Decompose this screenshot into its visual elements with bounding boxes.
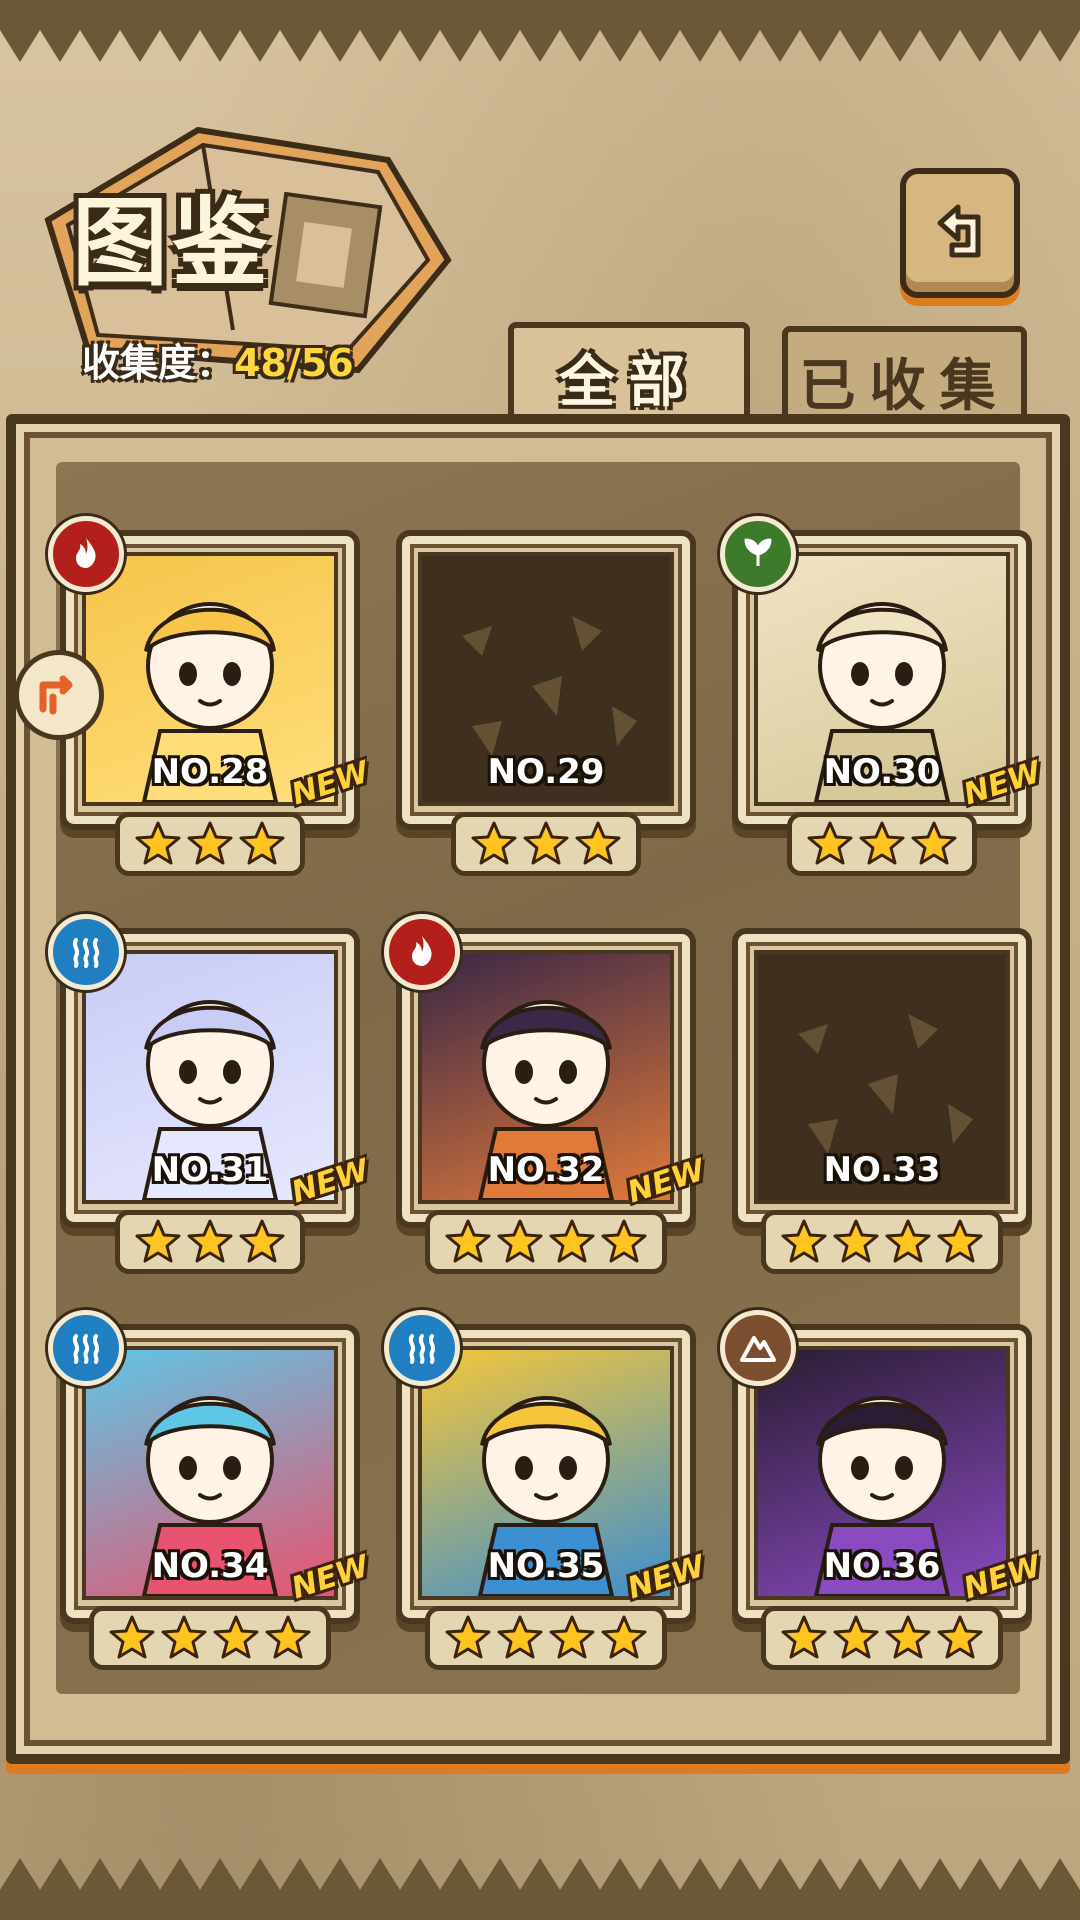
- monster-card[interactable]: NO.32 NEW: [384, 914, 709, 1274]
- star-icon: [109, 1615, 155, 1659]
- collection-value: 48/56: [234, 341, 354, 385]
- star-rating: [761, 1606, 1003, 1670]
- star-icon: [833, 1219, 879, 1263]
- water-element-icon: [48, 914, 124, 990]
- collection-label: 收集度：: [82, 341, 235, 385]
- sort-button[interactable]: [14, 650, 104, 740]
- star-rating: [787, 812, 977, 876]
- star-icon: [523, 821, 569, 865]
- star-icon: [135, 1219, 181, 1263]
- star-rating: [115, 812, 305, 876]
- star-icon: [497, 1219, 543, 1263]
- star-icon: [471, 821, 517, 865]
- star-icon: [885, 1615, 931, 1659]
- star-icon: [937, 1615, 983, 1659]
- star-icon: [549, 1615, 595, 1659]
- card-number: NO.33: [823, 1150, 941, 1190]
- star-icon: [807, 821, 853, 865]
- water-element-icon: [48, 1310, 124, 1386]
- star-icon: [601, 1219, 647, 1263]
- star-icon: [937, 1219, 983, 1263]
- star-icon: [575, 821, 621, 865]
- monster-card[interactable]: NO.30 NEW: [720, 516, 1045, 876]
- top-zigzag-border: [0, 0, 1080, 62]
- star-icon: [135, 821, 181, 865]
- fire-element-icon: [48, 516, 124, 592]
- star-icon: [187, 1219, 233, 1263]
- monster-card[interactable]: NO.36 NEW: [720, 1310, 1045, 1670]
- star-rating: [761, 1210, 1003, 1274]
- star-rating: [451, 812, 641, 876]
- star-icon: [213, 1615, 259, 1659]
- star-icon: [445, 1615, 491, 1659]
- star-icon: [781, 1615, 827, 1659]
- star-icon: [265, 1615, 311, 1659]
- star-icon: [911, 821, 957, 865]
- nature-element-icon: [720, 516, 796, 592]
- earth-element-icon: [720, 1310, 796, 1386]
- page-title: 图鉴: [72, 186, 272, 299]
- star-icon: [885, 1219, 931, 1263]
- tab-all[interactable]: 全部: [508, 322, 750, 427]
- star-rating: [115, 1210, 305, 1274]
- star-icon: [161, 1615, 207, 1659]
- star-icon: [549, 1219, 595, 1263]
- star-rating: [425, 1210, 667, 1274]
- star-rating: [89, 1606, 331, 1670]
- star-rating: [425, 1606, 667, 1670]
- back-button[interactable]: [900, 168, 1020, 298]
- star-icon: [781, 1219, 827, 1263]
- bottom-zigzag-border: [0, 1858, 1080, 1920]
- star-icon: [239, 821, 285, 865]
- fire-element-icon: [384, 914, 460, 990]
- card-number: NO.29: [487, 752, 605, 792]
- monster-card[interactable]: NO.35 NEW: [384, 1310, 709, 1670]
- monster-card[interactable]: NO.31 NEW: [48, 914, 373, 1274]
- star-icon: [833, 1615, 879, 1659]
- star-icon: [239, 1219, 285, 1263]
- star-icon: [601, 1615, 647, 1659]
- star-icon: [187, 821, 233, 865]
- monster-card[interactable]: NO.33: [732, 928, 1032, 1274]
- monster-card[interactable]: NO.28 NEW: [48, 516, 373, 876]
- water-element-icon: [384, 1310, 460, 1386]
- star-icon: [497, 1615, 543, 1659]
- monster-card[interactable]: NO.34 NEW: [48, 1310, 373, 1670]
- back-arrow-icon: [937, 204, 981, 258]
- monster-card[interactable]: NO.29: [396, 530, 696, 876]
- sort-arrow-icon: [39, 675, 73, 715]
- collection-progress: 收集度：48/56: [82, 332, 354, 387]
- star-icon: [445, 1219, 491, 1263]
- star-icon: [859, 821, 905, 865]
